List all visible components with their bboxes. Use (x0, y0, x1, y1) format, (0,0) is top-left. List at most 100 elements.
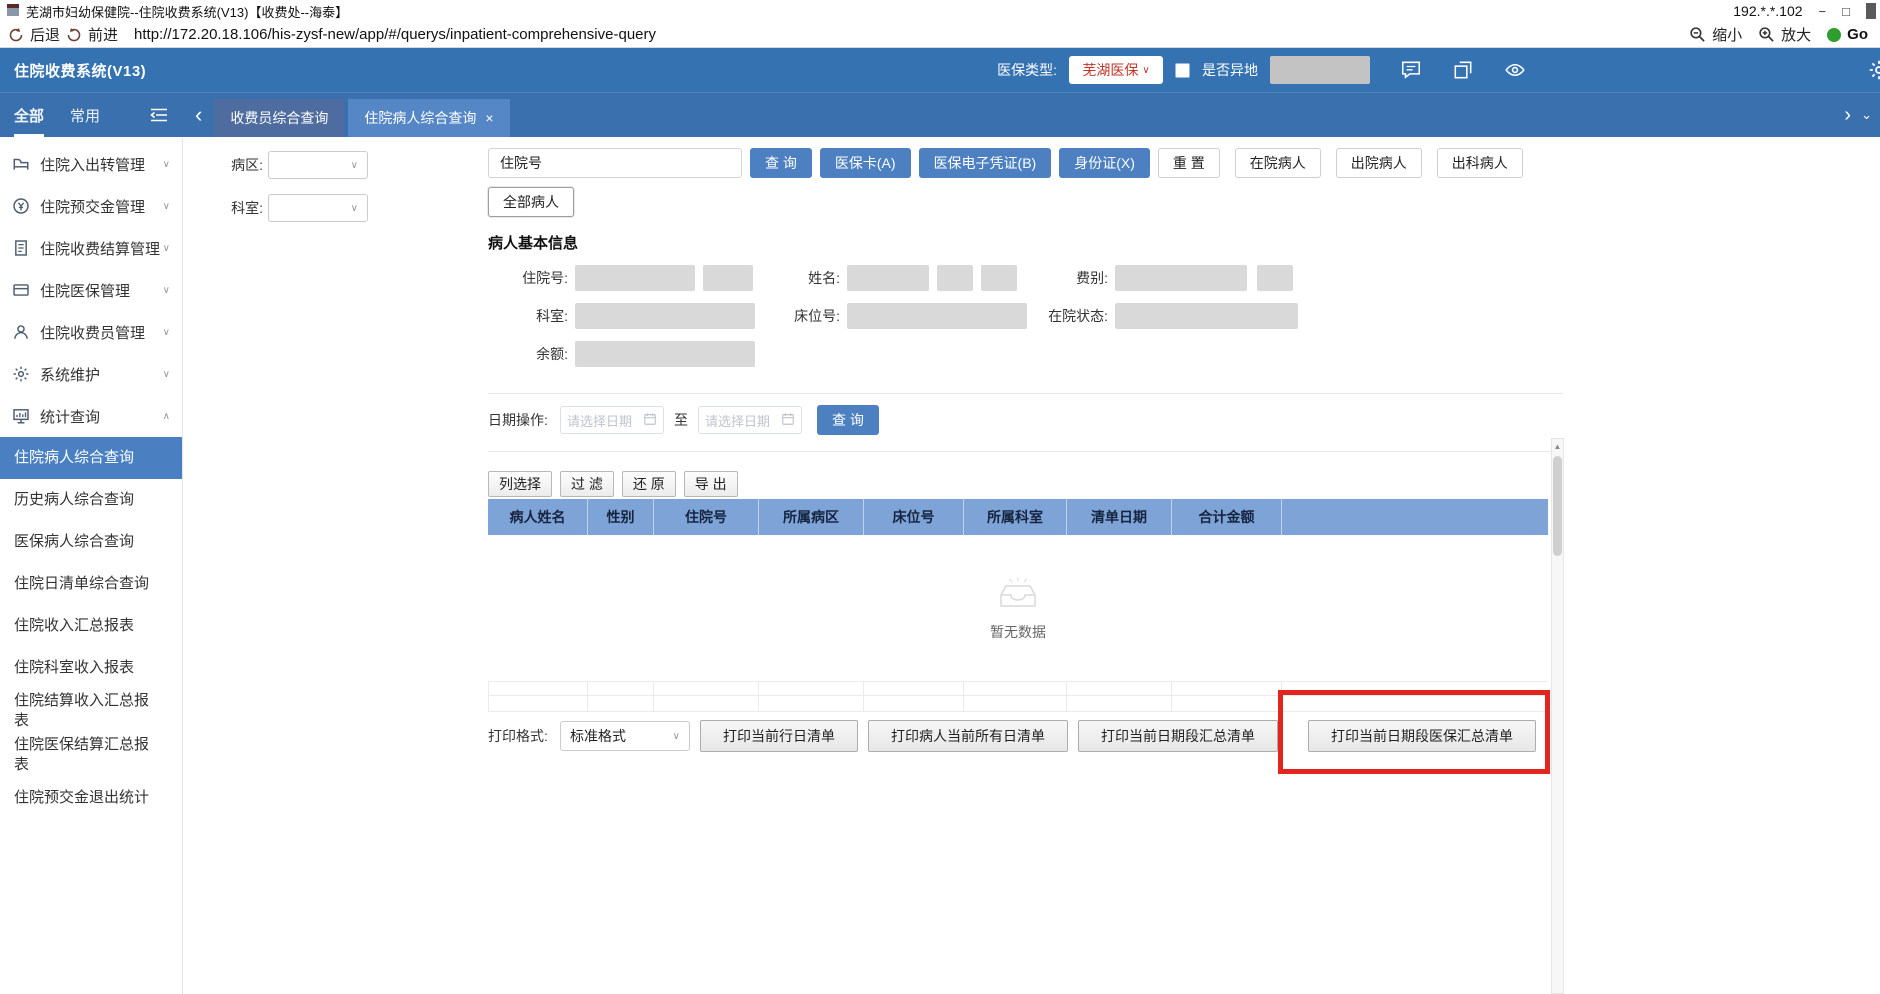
nav-tab-common[interactable]: 常用 (70, 93, 100, 137)
sidebar-item-system-maintain[interactable]: 系统维护 ∨ (0, 353, 182, 395)
chevron-down-icon: ∨ (672, 730, 680, 742)
dept-select[interactable]: ∨ (268, 194, 368, 222)
insurance-card-button[interactable]: 医保卡(A) (819, 148, 911, 178)
print-insurance-summary-button[interactable]: 打印当前日期段医保汇总清单 (1308, 720, 1536, 752)
ward-select[interactable]: ∨ (268, 151, 368, 179)
sidebar-item-cashier-mgmt[interactable]: 住院收费员管理 ∨ (0, 311, 182, 353)
scrollbar-thumb[interactable] (1553, 456, 1562, 556)
out-dept-button[interactable]: 出科病人 (1436, 148, 1523, 178)
col-filler (1282, 499, 1548, 535)
filter-button[interactable]: 过 滤 (560, 471, 614, 497)
sidebar-subitem-dept-income[interactable]: 住院科室收入报表 (0, 647, 182, 689)
col-dept[interactable]: 所属科室 (964, 499, 1067, 535)
zoom-out-label[interactable]: 缩小 (1712, 24, 1742, 45)
chevron-down-icon: ∨ (162, 368, 170, 380)
zoom-in-icon[interactable] (1758, 26, 1775, 43)
ward-label: 病区: (231, 157, 263, 173)
menu-toggle-icon[interactable] (149, 107, 169, 123)
minimize-icon[interactable]: − (1819, 5, 1827, 18)
restore-button[interactable]: 还 原 (621, 471, 676, 497)
field-gender-value (937, 265, 973, 291)
restore-icon[interactable]: □ (1842, 5, 1850, 18)
url-text[interactable]: http://172.20.18.106/his-zysf-new/app/#/… (134, 26, 656, 43)
query-button[interactable]: 查 询 (750, 148, 812, 178)
e-voucher-button[interactable]: 医保电子凭证(B) (918, 148, 1052, 178)
zoom-out-icon[interactable] (1689, 26, 1706, 43)
tabs-scroll-right-icon[interactable]: › (1844, 104, 1851, 127)
invoice-icon (12, 239, 30, 257)
tab-cashier-query[interactable]: 收费员综合查询 (214, 99, 345, 137)
message-icon[interactable] (1400, 59, 1422, 81)
sidebar-subitem-history-query[interactable]: 历史病人综合查询 (0, 479, 182, 521)
eye-icon[interactable] (1504, 59, 1526, 81)
empty-box-icon (995, 575, 1041, 614)
sidebar-item-label: 住院收费员管理 (40, 324, 146, 342)
is-remote-checkbox[interactable] (1175, 62, 1190, 78)
patient-info-row-2: 科室: 床位号: 在院状态: (488, 303, 1880, 329)
field-fee-type-value (1115, 265, 1247, 291)
back-icon[interactable] (8, 27, 24, 43)
sidebar-nav-switch: 全部 常用 (0, 93, 183, 137)
calendar-icon (781, 412, 795, 429)
field-bed-no-value (847, 303, 1027, 329)
go-button[interactable]: Go (1847, 26, 1868, 43)
export-button[interactable]: 导 出 (683, 471, 738, 497)
nav-tab-all[interactable]: 全部 (14, 93, 44, 137)
field-inpatient-no-value (575, 265, 695, 291)
browser-bar: 后退 前进 http://172.20.18.106/his-zysf-new/… (0, 22, 1880, 48)
chevron-up-icon: ∧ (162, 410, 170, 422)
in-hospital-button[interactable]: 在院病人 (1234, 148, 1321, 178)
col-gender[interactable]: 性别 (588, 499, 654, 535)
back-button[interactable]: 后退 (30, 24, 60, 45)
end-date-input[interactable]: 请选择日期 (698, 406, 802, 434)
sidebar-subitem-settle-income-summary[interactable]: 住院结算收入汇总报表 (0, 689, 182, 733)
column-select-button[interactable]: 列选择 (488, 471, 552, 497)
print-format-select[interactable]: 标准格式 ∨ (560, 721, 690, 751)
grid-body: 暂无数据 (488, 535, 1548, 681)
inpatient-no-input[interactable] (553, 149, 741, 177)
scroll-up-icon[interactable]: ▲ (1552, 439, 1563, 453)
sidebar-subitem-inpatient-query[interactable]: 住院病人综合查询 (0, 437, 182, 479)
start-date-input[interactable]: 请选择日期 (560, 406, 664, 434)
col-list-date[interactable]: 清单日期 (1067, 499, 1172, 535)
zoom-in-label[interactable]: 放大 (1781, 24, 1811, 45)
close-tab-icon[interactable]: × (485, 110, 493, 126)
date-query-button[interactable]: 查 询 (817, 405, 879, 435)
print-current-row-button[interactable]: 打印当前行日清单 (700, 720, 858, 752)
sidebar-item-insurance[interactable]: 住院医保管理 ∨ (0, 269, 182, 311)
sidebar-item-label: 系统维护 (40, 366, 101, 384)
collapse-panel-icon[interactable]: ‹ (183, 93, 214, 137)
col-bed-no[interactable]: 床位号 (864, 499, 964, 535)
sidebar-subitem-insurance-query[interactable]: 医保病人综合查询 (0, 521, 182, 563)
col-total-amount[interactable]: 合计金额 (1172, 499, 1282, 535)
sidebar-item-inout-transfer[interactable]: 住院入出转管理 ∨ (0, 143, 182, 185)
sidebar-subitem-prepay-exit-stats[interactable]: 住院预交金退出统计 (0, 777, 182, 819)
sidebar-subitem-income-summary[interactable]: 住院收入汇总报表 (0, 605, 182, 647)
col-patient-name[interactable]: 病人姓名 (488, 499, 588, 535)
discharged-button[interactable]: 出院病人 (1335, 148, 1422, 178)
tab-inpatient-query[interactable]: 住院病人综合查询 × (348, 99, 510, 137)
sidebar-subitem-insurance-settle-summary[interactable]: 住院医保结算汇总报表 (0, 733, 182, 777)
col-ward[interactable]: 所属病区 (759, 499, 864, 535)
sidebar-item-charge-settle[interactable]: 住院收费结算管理 ∨ (0, 227, 182, 269)
reset-button[interactable]: 重 置 (1157, 148, 1220, 178)
print-all-daily-lists-button[interactable]: 打印病人当前所有日清单 (868, 720, 1068, 752)
insurance-type-select[interactable]: 芜湖医保 ∨ (1069, 56, 1163, 84)
all-patients-button[interactable]: 全部病人 (488, 187, 574, 217)
patient-info-row-1: 住院号: 姓名: 费别: (488, 265, 1880, 291)
field-balance-label: 余额: (536, 346, 568, 362)
id-card-button[interactable]: 身份证(X) (1059, 148, 1150, 178)
print-date-range-summary-button[interactable]: 打印当前日期段汇总清单 (1078, 720, 1278, 752)
grid-scrollbar[interactable]: ▲ (1551, 438, 1564, 994)
sidebar-item-prepay[interactable]: 住院预交金管理 ∨ (0, 185, 182, 227)
forward-button[interactable]: 前进 (88, 24, 118, 45)
sidebar-subitem-daily-list-query[interactable]: 住院日清单综合查询 (0, 563, 182, 605)
print-format-value: 标准格式 (570, 728, 626, 744)
sidebar-item-statistics[interactable]: 统计查询 ∧ (0, 395, 182, 437)
windows-icon[interactable] (1452, 59, 1474, 81)
forward-icon[interactable] (66, 27, 82, 43)
gear-icon[interactable] (1868, 59, 1880, 81)
grid-footer (488, 681, 1548, 712)
col-inpatient-no[interactable]: 住院号 (654, 499, 759, 535)
tabs-list-icon[interactable]: ⌄ (1861, 107, 1872, 123)
